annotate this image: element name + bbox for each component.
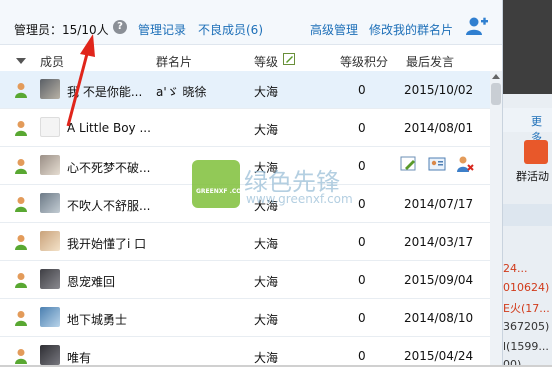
member-last-post: 2015/10/02	[404, 83, 474, 97]
member-score: 0	[358, 121, 366, 135]
table-row[interactable]: A Little Boy ... 大海 0 2014/08/01	[0, 109, 490, 147]
member-name: A Little Boy ...	[67, 121, 151, 135]
member-card: a'ゞ 晓徐	[156, 85, 207, 99]
member-score: 0	[358, 159, 366, 173]
admin-count: 管理员：15/10人	[14, 23, 109, 37]
edit-level-icon[interactable]	[283, 53, 295, 65]
manage-log-link[interactable]: 管理记录	[138, 21, 186, 38]
avatar	[40, 193, 60, 213]
member-score: 0	[358, 83, 366, 97]
advanced-manage-link[interactable]: 高级管理	[310, 21, 358, 38]
profile-card-icon[interactable]	[428, 155, 446, 173]
member-last-post: 2014/08/01	[404, 121, 474, 135]
member-person-icon	[15, 311, 27, 326]
side-text: l(1599...	[503, 340, 549, 353]
table-row[interactable]: 我开始懂了i 口 大海 0 2014/03/17	[0, 223, 490, 261]
member-level: 大海	[254, 123, 279, 137]
member-name: 地下城勇士	[67, 313, 128, 327]
member-score: 0	[358, 273, 366, 287]
member-last-post: 2014/08/10	[404, 311, 474, 325]
remove-member-icon[interactable]	[456, 155, 474, 173]
member-person-icon	[15, 197, 27, 212]
edit-group-card-link[interactable]: 修改我的群名片	[369, 21, 453, 38]
member-person-icon	[15, 159, 27, 174]
group-activity-label: 群活动	[516, 170, 549, 183]
member-last-post: 2014/07/17	[404, 197, 474, 211]
member-last-post: 2015/09/04	[404, 273, 474, 287]
member-name: 不吹人不舒服...	[67, 199, 151, 213]
member-name: 我 不是你能...	[67, 85, 143, 99]
member-name: 恩宠难回	[67, 275, 116, 289]
member-table-header: 成员 群名片 等级 等级积分 最后发言	[0, 45, 490, 71]
avatar	[40, 307, 60, 327]
bad-members-link[interactable]: 不良成员(6)	[198, 21, 263, 38]
member-score: 0	[358, 349, 366, 363]
table-row[interactable]: 心不死梦不破... 大海 0	[0, 147, 490, 185]
dark-panel	[503, 0, 552, 94]
member-score: 0	[358, 197, 366, 211]
column-last-post[interactable]: 最后发言	[406, 53, 454, 70]
side-text: 24...	[503, 262, 528, 275]
member-last-post: 2015/04/24	[404, 349, 474, 363]
help-icon[interactable]: ?	[113, 20, 127, 34]
member-toolbar: 管理员：15/10人 ? 管理记录 不良成员(6) 高级管理 修改我的群名片	[0, 0, 502, 45]
side-text: E火(17...	[503, 302, 550, 315]
member-list: 我 不是你能... a'ゞ 晓徐 大海 0 2015/10/02 A Littl…	[0, 71, 490, 367]
background-window-strip: 更多 群活动 24... 010624) E火(17... 367205) l(…	[503, 0, 552, 367]
side-text: 367205)	[503, 320, 550, 333]
table-row[interactable]: 唯有 大海 0 2015/04/24	[0, 337, 490, 367]
avatar	[40, 79, 60, 99]
member-list-scrollbar[interactable]	[490, 71, 502, 367]
member-person-icon	[15, 349, 27, 364]
table-row[interactable]: 地下城勇士 大海 0 2014/08/10	[0, 299, 490, 337]
add-member-icon[interactable]	[466, 16, 488, 36]
avatar	[40, 155, 60, 175]
sort-dropdown-icon[interactable]	[16, 58, 26, 64]
table-row[interactable]: 恩宠难回 大海 0 2015/09/04	[0, 261, 490, 299]
member-level: 大海	[254, 275, 279, 289]
avatar	[40, 117, 60, 137]
avatar	[40, 269, 60, 289]
scroll-up-arrow-icon[interactable]	[492, 74, 500, 79]
row-actions	[398, 155, 478, 175]
member-score: 0	[358, 235, 366, 249]
member-name: 唯有	[67, 351, 92, 365]
column-score[interactable]: 等级积分	[340, 53, 388, 70]
column-member[interactable]: 成员	[40, 53, 64, 70]
member-name: 心不死梦不破...	[67, 161, 151, 175]
member-level: 大海	[254, 313, 279, 327]
member-level: 大海	[254, 351, 279, 365]
column-level[interactable]: 等级	[254, 53, 278, 70]
table-row[interactable]: 不吹人不舒服... 大海 0 2014/07/17	[0, 185, 490, 223]
scrollbar-thumb[interactable]	[491, 83, 501, 105]
member-level: 大海	[254, 199, 279, 213]
member-level: 大海	[254, 237, 279, 251]
member-last-post: 2014/03/17	[404, 235, 474, 249]
side-toolbar	[503, 204, 552, 226]
avatar	[40, 345, 60, 365]
side-text: 010624)	[503, 281, 550, 294]
member-person-icon	[15, 121, 27, 136]
avatar	[40, 231, 60, 251]
member-level: 大海	[254, 161, 279, 175]
column-card[interactable]: 群名片	[156, 53, 192, 70]
table-row[interactable]: 我 不是你能... a'ゞ 晓徐 大海 0 2015/10/02	[0, 71, 490, 109]
screen: 管理员：15/10人 ? 管理记录 不良成员(6) 高级管理 修改我的群名片 成…	[0, 0, 552, 367]
member-level: 大海	[254, 85, 279, 99]
group-member-panel: 管理员：15/10人 ? 管理记录 不良成员(6) 高级管理 修改我的群名片 成…	[0, 0, 503, 367]
member-person-icon	[15, 83, 27, 98]
edit-card-icon[interactable]	[400, 155, 418, 173]
member-name: 我开始懂了i 口	[67, 237, 147, 251]
member-score: 0	[358, 311, 366, 325]
member-person-icon	[15, 273, 27, 288]
member-person-icon	[15, 235, 27, 250]
group-activity-icon[interactable]	[524, 140, 548, 164]
